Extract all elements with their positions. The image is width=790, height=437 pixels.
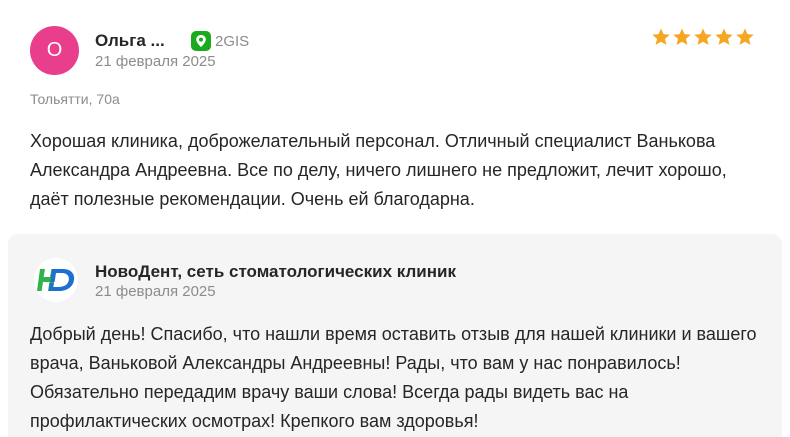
author-name[interactable]: Ольга ... xyxy=(95,31,165,51)
review-date: 21 февраля 2025 xyxy=(95,53,216,70)
reply-text: Добрый день! Спасибо, что нашли время ос… xyxy=(30,324,757,431)
organization-name[interactable]: НовоДент, сеть стоматологических клиник xyxy=(95,262,456,282)
star-icon xyxy=(673,28,691,45)
star-icon xyxy=(652,28,670,45)
star-rating xyxy=(651,27,755,47)
review-card: О Ольга ... 2GIS 21 февраля 2025 Тольятт… xyxy=(0,0,790,437)
2gis-icon xyxy=(191,31,211,51)
reply-date: 21 февраля 2025 xyxy=(95,283,216,300)
review-text: Хорошая клиника, доброжелательный персон… xyxy=(30,131,727,209)
author-avatar[interactable]: О xyxy=(30,26,79,75)
avatar-letter: О xyxy=(46,39,63,61)
star-icon xyxy=(736,28,754,45)
organization-reply: НовоДент, сеть стоматологических клиник … xyxy=(8,234,782,437)
branch-location[interactable]: Тольятти, 70а xyxy=(30,91,120,107)
star-icon xyxy=(694,28,712,45)
source-label: 2GIS xyxy=(215,32,250,50)
source-badge: 2GIS xyxy=(191,31,249,51)
novodent-logo-icon xyxy=(34,258,78,302)
star-icon xyxy=(715,28,733,45)
